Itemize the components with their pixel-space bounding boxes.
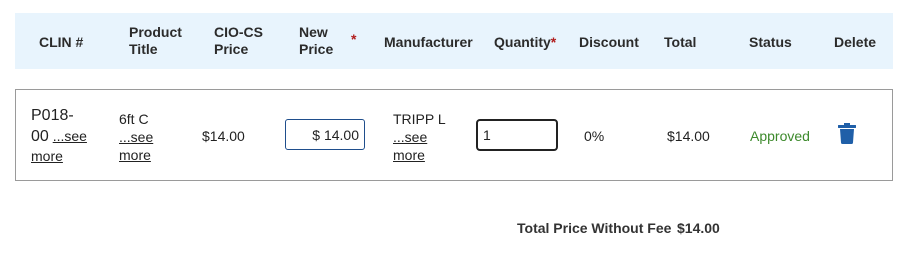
clin-see-more-link[interactable]: ...see	[53, 128, 87, 144]
ciocs-price-value: $14.00	[202, 128, 245, 144]
clin-more-link[interactable]: more	[31, 148, 63, 164]
header-product-title-line2: Title	[129, 41, 158, 57]
header-discount: Discount	[579, 34, 639, 50]
product-title-cell: 6ft C ...see more	[119, 110, 199, 164]
header-delete: Delete	[834, 34, 877, 50]
manufacturer-text: TRIPP L	[393, 111, 446, 127]
product-title-text: 6ft C	[119, 111, 149, 127]
status-badge: Approved	[750, 128, 810, 144]
manufacturer-more-link[interactable]: more	[393, 147, 425, 163]
new-price-required-mark: *	[351, 31, 357, 47]
header-quantity: Quantity*	[494, 34, 556, 51]
header-manufacturer: Manufacturer	[384, 34, 473, 50]
new-price-input[interactable]	[285, 119, 365, 150]
header-quantity-label: Quantity	[494, 34, 551, 50]
header-new-price: New Price	[299, 24, 333, 58]
total-price-label: Total Price Without Fee	[517, 220, 672, 236]
product-more-link[interactable]: more	[119, 147, 151, 163]
clin-line1: P018-	[31, 107, 74, 124]
header-status: Status	[749, 34, 792, 50]
header-new-price-line2: Price	[299, 41, 334, 57]
header-product-title: Product Title	[129, 24, 182, 58]
header-ciocs-price-line1: CIO-CS	[214, 24, 263, 40]
trash-icon	[838, 123, 856, 144]
clin-number: 00	[31, 128, 49, 145]
total-value: $14.00	[667, 128, 710, 144]
clin-line2: 00 ...see	[31, 126, 111, 147]
total-price-value: $14.00	[677, 220, 720, 236]
header-clin: CLIN #	[39, 34, 84, 50]
discount-value: 0%	[584, 128, 605, 144]
clin-cell: P018- 00 ...see more	[31, 105, 111, 165]
quantity-required-mark: *	[550, 34, 557, 50]
header-product-title-line1: Product	[129, 24, 182, 40]
header-ciocs-price-line2: Price	[214, 41, 249, 57]
header-new-price-line1: New	[299, 24, 328, 40]
manufacturer-see-more-link[interactable]: ...see	[393, 129, 427, 145]
quantity-input[interactable]	[476, 119, 558, 151]
manufacturer-cell: TRIPP L ...see more	[393, 110, 473, 164]
header-ciocs-price: CIO-CS Price	[214, 24, 263, 58]
product-see-more-link[interactable]: ...see	[119, 129, 153, 145]
delete-button[interactable]	[838, 123, 856, 144]
header-total: Total	[664, 34, 697, 50]
